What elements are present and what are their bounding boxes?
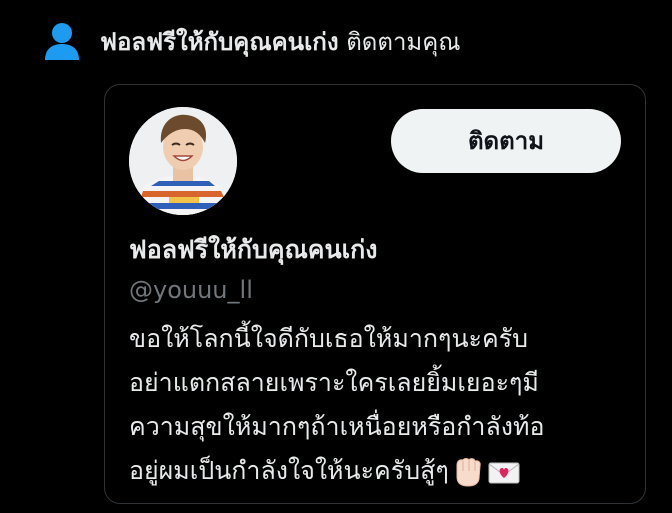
raised-fist-emoji [456,458,481,487]
follow-button[interactable]: ติดตาม [391,109,621,173]
bio-line: ความสุขให้มากๆถ้าเหนื่อยหรือกำลังท้อ [129,412,545,441]
profile-bio: ขอให้โลกนี้ใจดีกับเธอให้มากๆนะครับ อย่าแ… [129,317,629,493]
bio-line: อย่าแตกสลายเพราะใครเลยยิ้มเยอะๆมี [129,368,539,397]
person-icon [45,23,79,60]
notification-user-name[interactable]: ฟอลฟรีให้กับคุณคนเก่ง [100,28,339,56]
notification-text: ฟอลฟรีให้กับคุณคนเก่ง ติดตามคุณ [100,27,461,57]
love-letter-emoji [488,462,520,484]
bio-line: ขอให้โลกนี้ใจดีกับเธอให้มากๆนะครับ [129,324,528,353]
bio-line-text: อยู่ผมเป็นกำลังใจให้นะครับสู้ๆ [129,456,449,485]
user-profile-card[interactable]: ติดตาม ฟอลฟรีให้กับคุณคนเก่ง @youuu_ll ข… [104,84,646,504]
profile-handle[interactable]: @youuu_ll [129,275,253,305]
profile-display-name[interactable]: ฟอลฟรีให้กับคุณคนเก่ง [129,233,377,267]
follow-notification[interactable]: ฟอลฟรีให้กับคุณคนเก่ง ติดตามคุณ [44,20,461,64]
bio-line-last: อยู่ผมเป็นกำลังใจให้นะครับสู้ๆ [129,449,629,493]
avatar[interactable] [129,107,237,215]
notification-action-text: ติดตามคุณ [346,28,461,56]
